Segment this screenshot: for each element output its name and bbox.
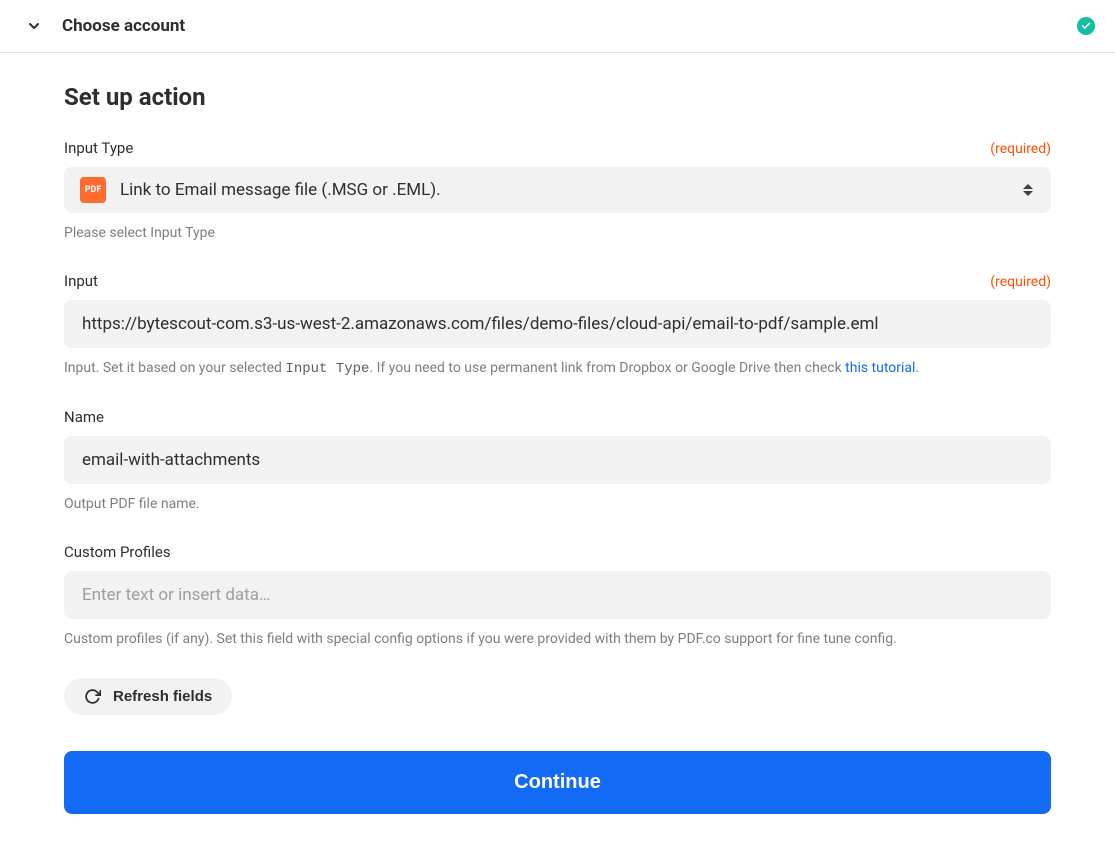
required-tag: (required) [990, 141, 1051, 157]
refresh-label: Refresh fields [113, 688, 212, 705]
custom-profiles-field[interactable]: Enter text or insert data… [64, 571, 1051, 619]
name-field[interactable]: email-with-attachments [64, 436, 1051, 484]
check-icon [1077, 17, 1095, 35]
input-type-select[interactable]: PDF Link to Email message file (.MSG or … [64, 167, 1051, 213]
header-title: Choose account [62, 16, 185, 36]
section-title: Set up action [64, 83, 1051, 111]
input-helper: Input. Set it based on your selected Inp… [64, 358, 1051, 380]
input-type-field-group: Input Type (required) PDF Link to Email … [64, 139, 1051, 244]
required-tag: (required) [990, 274, 1051, 290]
setup-action-section: Set up action Input Type (required) PDF … [0, 53, 1115, 853]
name-value: email-with-attachments [82, 450, 1033, 470]
custom-profiles-helper: Custom profiles (if any). Set this field… [64, 629, 1051, 650]
choose-account-header[interactable]: Choose account [0, 0, 1115, 53]
input-value: https://bytescout-com.s3-us-west-2.amazo… [82, 314, 1033, 334]
input-field[interactable]: https://bytescout-com.s3-us-west-2.amazo… [64, 300, 1051, 348]
refresh-icon [84, 688, 101, 705]
name-field-group: Name email-with-attachments Output PDF f… [64, 408, 1051, 515]
input-type-label: Input Type [64, 139, 133, 157]
name-label: Name [64, 408, 104, 426]
custom-profiles-field-group: Custom Profiles Enter text or insert dat… [64, 543, 1051, 650]
name-helper: Output PDF file name. [64, 494, 1051, 515]
select-caret-icon [1023, 182, 1035, 198]
custom-profiles-placeholder: Enter text or insert data… [82, 585, 1033, 605]
chevron-down-icon [24, 16, 44, 36]
input-label: Input [64, 272, 98, 290]
input-type-value: Link to Email message file (.MSG or .EML… [120, 180, 1023, 200]
custom-profiles-label: Custom Profiles [64, 543, 171, 561]
input-field-group: Input (required) https://bytescout-com.s… [64, 272, 1051, 380]
refresh-fields-button[interactable]: Refresh fields [64, 678, 232, 715]
pdf-icon: PDF [80, 177, 106, 203]
input-type-helper: Please select Input Type [64, 223, 1051, 244]
continue-button[interactable]: Continue [64, 751, 1051, 814]
tutorial-link[interactable]: this tutorial [845, 360, 915, 376]
